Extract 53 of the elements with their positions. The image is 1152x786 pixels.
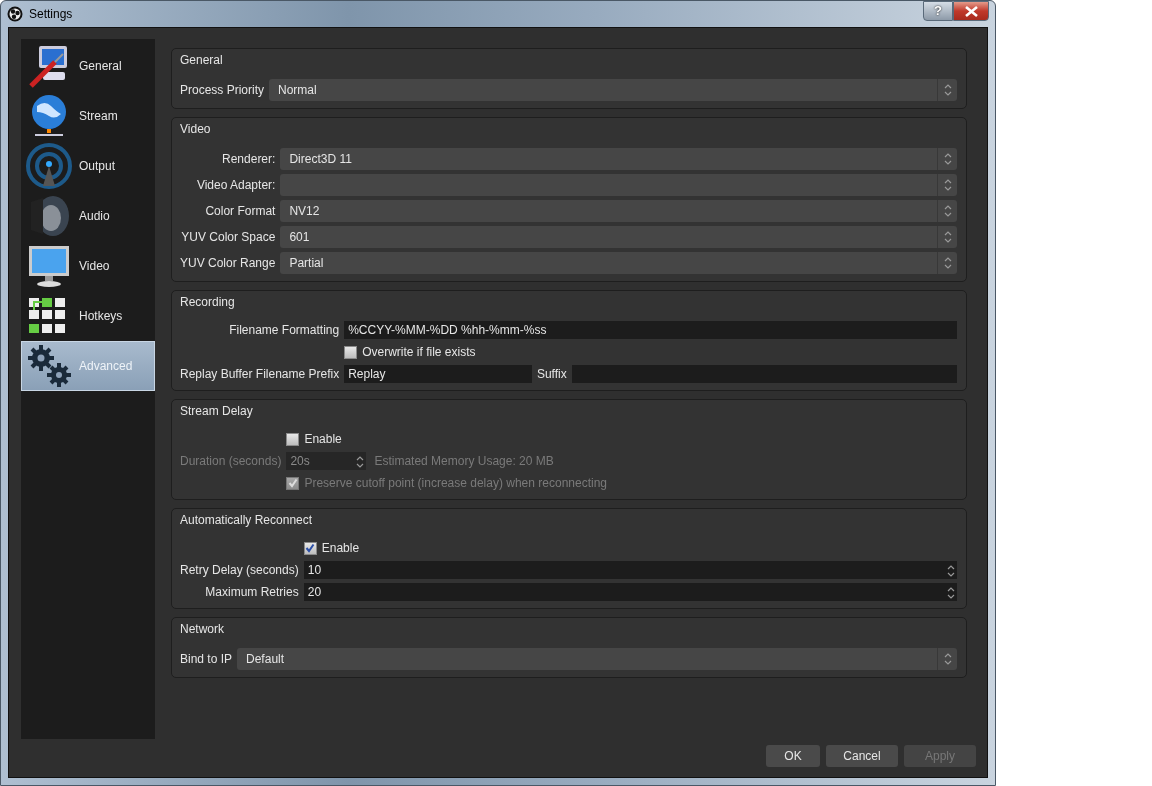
sidebar-item[interactable]: Video (21, 241, 155, 291)
sidebar-item[interactable]: Audio (21, 191, 155, 241)
dropdown[interactable]: Direct3D 11 (280, 148, 957, 170)
field-label: YUV Color Space (180, 229, 276, 246)
group-title: Automatically Reconnect (180, 512, 313, 529)
dialog-button[interactable]: OK (766, 745, 820, 767)
checkbox-label: Overwrite if file exists (362, 344, 476, 361)
group-title: Stream Delay (180, 403, 253, 420)
field-label: Suffix (536, 366, 567, 383)
dropdown[interactable]: 601 (280, 226, 957, 248)
group-title: Video (180, 121, 211, 138)
sidebar-item[interactable]: Output (21, 141, 155, 191)
checkbox-label: Preserve cutoff point (increase delay) when reconnecting (304, 475, 607, 492)
field-label: Maximum Retries (204, 584, 299, 601)
window-title: Settings (29, 6, 73, 23)
field-label: Replay Buffer Filename Prefix (180, 366, 340, 383)
group-title: General (180, 52, 223, 69)
category-icon (25, 142, 73, 190)
close-icon (964, 5, 978, 17)
input-field[interactable]: Replay (344, 365, 532, 383)
field-label: Retry Delay (seconds) (180, 562, 299, 579)
group-title: Network (180, 621, 224, 638)
dialog-button[interactable]: Cancel (826, 745, 898, 767)
dropdown[interactable]: Default (237, 648, 957, 670)
spin-box[interactable]: 10 (303, 561, 957, 579)
sidebar-item[interactable]: Stream (21, 91, 155, 141)
field-label: Video Adapter: (195, 177, 276, 194)
field-label: Color Format (204, 203, 276, 220)
field-label: Process Priority (180, 82, 265, 99)
checkbox-label: Enable (321, 540, 360, 557)
spin-box[interactable]: 20 (303, 583, 957, 601)
group-title: Recording (180, 294, 235, 311)
field-label: YUV Color Range (180, 255, 276, 272)
checkbox-label: Enable (304, 431, 342, 448)
input-field[interactable]: %CCYY-%MM-%DD %hh-%mm-%ss (344, 321, 957, 339)
category-icon (25, 342, 73, 390)
field-label: Renderer: (221, 151, 276, 168)
field-label: Filename Formatting (228, 322, 340, 339)
sidebar-item[interactable]: General (21, 41, 155, 91)
dropdown[interactable]: NV12 (280, 200, 957, 222)
app-logo-icon (7, 6, 23, 22)
sidebar-item[interactable]: Hotkeys (21, 291, 155, 341)
checkbox[interactable] (286, 432, 300, 446)
dropdown[interactable]: Normal (269, 79, 957, 101)
field-label: Duration (seconds) (180, 453, 282, 470)
close-button[interactable] (953, 1, 989, 21)
dropdown[interactable]: Partial (280, 252, 957, 274)
field-label: Bind to IP (180, 651, 233, 668)
memory-usage-text: Estimated Memory Usage: 20 MB (374, 453, 554, 470)
spin-arrows-icon (945, 586, 957, 599)
checkbox[interactable] (303, 541, 317, 555)
checkbox[interactable] (344, 345, 358, 359)
spin-arrows-icon (945, 564, 957, 577)
